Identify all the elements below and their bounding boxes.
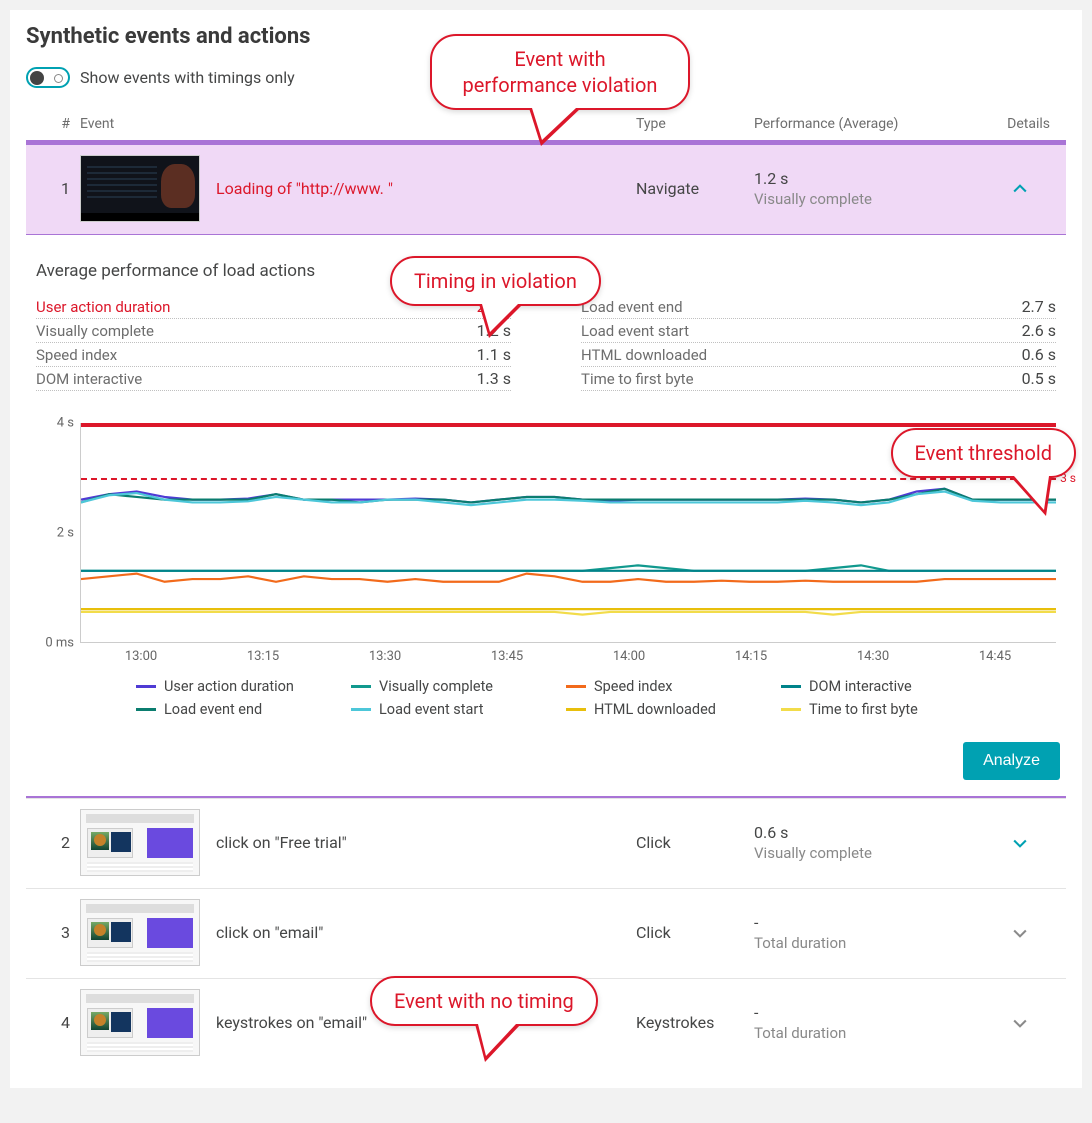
metric-value: 2.7 s bbox=[1022, 297, 1056, 316]
x-tick: 13:30 bbox=[324, 649, 446, 664]
legend-swatch bbox=[351, 708, 371, 711]
legend-item[interactable]: Load event start bbox=[351, 701, 526, 718]
legend-swatch bbox=[781, 685, 801, 688]
chevron-down-icon[interactable] bbox=[1010, 923, 1030, 943]
event-performance: -Total duration bbox=[754, 913, 990, 952]
metric-label: Visually complete bbox=[36, 322, 154, 340]
metric-row: Speed index 1.1 s bbox=[36, 343, 511, 367]
legend-item[interactable]: Speed index bbox=[566, 678, 741, 695]
timings-only-label: Show events with timings only bbox=[80, 68, 295, 87]
event-thumbnail[interactable] bbox=[80, 809, 200, 876]
legend-label: Time to first byte bbox=[809, 701, 918, 718]
col-details: Details bbox=[990, 116, 1050, 132]
y-tick: 2 s bbox=[57, 526, 74, 541]
y-tick: 0 ms bbox=[45, 636, 74, 651]
legend-item[interactable]: Load event end bbox=[136, 701, 311, 718]
metric-label: Time to first byte bbox=[581, 370, 694, 388]
metric-label: DOM interactive bbox=[36, 370, 142, 388]
event-type: Click bbox=[636, 923, 754, 942]
col-perf: Performance (Average) bbox=[754, 116, 990, 132]
event-name: click on "email" bbox=[206, 923, 636, 942]
legend-swatch bbox=[351, 685, 371, 688]
metric-value: 1.3 s bbox=[477, 369, 511, 388]
annotation-event-threshold: Event threshold bbox=[891, 428, 1076, 478]
legend-label: Load event start bbox=[379, 701, 483, 718]
y-tick: 4 s bbox=[57, 416, 74, 431]
x-tick: 14:15 bbox=[690, 649, 812, 664]
event-thumbnail[interactable] bbox=[80, 989, 200, 1056]
metric-value: 1.1 s bbox=[477, 345, 511, 364]
event-num: 4 bbox=[30, 1013, 80, 1032]
metric-row: Load event end 2.7 s bbox=[581, 295, 1056, 319]
event-performance: 0.6 sVisually complete bbox=[754, 823, 990, 862]
legend-item[interactable]: Visually complete bbox=[351, 678, 526, 695]
metric-label: HTML downloaded bbox=[581, 346, 707, 364]
event-row[interactable]: 2 click on "Free trial"Click0.6 sVisually… bbox=[26, 798, 1066, 888]
metric-label: Load event start bbox=[581, 322, 689, 340]
event-row[interactable]: 3 click on "email"Click-Total duration bbox=[26, 888, 1066, 978]
metric-row: Visually complete1.2 s bbox=[36, 319, 511, 343]
col-type: Type bbox=[636, 116, 754, 132]
timings-only-toggle[interactable] bbox=[26, 67, 70, 88]
legend-swatch bbox=[136, 708, 156, 711]
event-performance: 1.2 s Visually complete bbox=[754, 169, 990, 208]
metric-label: Load event end bbox=[581, 298, 683, 316]
legend-label: Load event end bbox=[164, 701, 262, 718]
metric-label: Speed index bbox=[36, 346, 117, 364]
legend-item[interactable]: HTML downloaded bbox=[566, 701, 741, 718]
x-tick: 14:30 bbox=[812, 649, 934, 664]
x-tick: 14:00 bbox=[568, 649, 690, 664]
event-type: Keystrokes bbox=[636, 1013, 754, 1032]
x-tick: 13:15 bbox=[202, 649, 324, 664]
chart-series-line bbox=[81, 574, 1056, 582]
legend-swatch bbox=[566, 708, 586, 711]
metric-value: 0.5 s bbox=[1022, 369, 1056, 388]
event-type: Navigate bbox=[636, 179, 754, 198]
event-num: 2 bbox=[30, 833, 80, 852]
event-performance: -Total duration bbox=[754, 1003, 990, 1042]
chart-series-line bbox=[81, 612, 1056, 615]
legend-label: DOM interactive bbox=[809, 678, 912, 695]
legend-item[interactable]: DOM interactive bbox=[781, 678, 956, 695]
x-tick: 13:45 bbox=[446, 649, 568, 664]
metric-row: HTML downloaded 0.6 s bbox=[581, 343, 1056, 367]
legend-item[interactable]: Time to first byte bbox=[781, 701, 956, 718]
event-thumbnail[interactable] bbox=[80, 155, 200, 222]
event-num: 1 bbox=[30, 179, 80, 198]
event-name: click on "Free trial" bbox=[206, 833, 636, 852]
event-thumbnail[interactable] bbox=[80, 899, 200, 966]
annotation-timing-violation: Timing in violation bbox=[390, 256, 601, 306]
metric-row: Time to first byte 0.5 s bbox=[581, 367, 1056, 391]
event-row[interactable]: 1 Loading of "http://www. " Navigate 1.2… bbox=[26, 142, 1066, 235]
chevron-down-icon[interactable] bbox=[1010, 833, 1030, 853]
analyze-button[interactable]: Analyze bbox=[963, 742, 1060, 780]
event-type: Click bbox=[636, 833, 754, 852]
event-name: Loading of "http://www. " bbox=[206, 179, 636, 198]
threshold-line bbox=[81, 478, 1056, 480]
legend-label: Visually complete bbox=[379, 678, 493, 695]
metrics-grid: User action duration 2.7 s Visually comple… bbox=[26, 295, 1066, 403]
legend-swatch bbox=[136, 685, 156, 688]
legend-item[interactable]: User action duration bbox=[136, 678, 311, 695]
x-tick: 13:00 bbox=[80, 649, 202, 664]
legend-swatch bbox=[781, 708, 801, 711]
legend-swatch bbox=[566, 685, 586, 688]
metric-row: Load event start 2.6 s bbox=[581, 319, 1056, 343]
metric-value: 0.6 s bbox=[1022, 345, 1056, 364]
col-num: # bbox=[30, 116, 80, 132]
metric-row: DOM interactive 1.3 s bbox=[36, 367, 511, 391]
chevron-down-icon[interactable] bbox=[1010, 1013, 1030, 1033]
legend-label: Speed index bbox=[594, 678, 673, 695]
annotation-performance-violation: Event with performance violation bbox=[430, 34, 690, 110]
event-num: 3 bbox=[30, 923, 80, 942]
legend-label: User action duration bbox=[164, 678, 294, 695]
metric-value: 2.6 s bbox=[1022, 321, 1056, 340]
x-tick: 14:45 bbox=[934, 649, 1056, 664]
annotation-no-timing: Event with no timing bbox=[370, 976, 598, 1026]
metric-label: User action duration bbox=[36, 298, 170, 316]
chevron-up-icon[interactable] bbox=[1010, 179, 1030, 199]
legend-label: HTML downloaded bbox=[594, 701, 716, 718]
synthetic-events-panel: Synthetic events and actions Show events… bbox=[10, 10, 1082, 1088]
